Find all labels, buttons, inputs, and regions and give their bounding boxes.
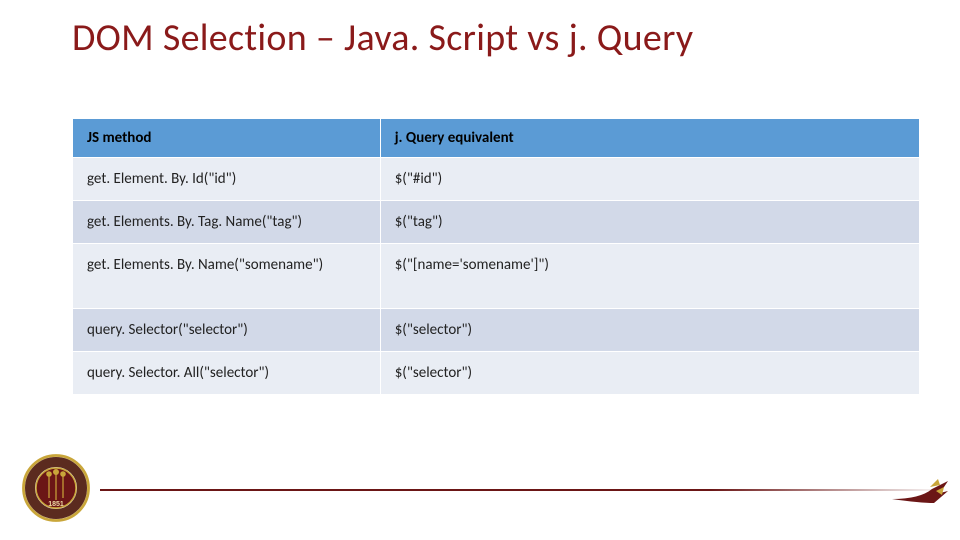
page-title: DOM Selection – Java. Script vs j. Query bbox=[72, 18, 920, 60]
spear-icon bbox=[890, 469, 948, 511]
cell-jq: $("#id") bbox=[380, 157, 919, 200]
cell-js: get. Elements. By. Tag. Name("tag") bbox=[73, 200, 381, 243]
table-header-row: JS method j. Query equivalent bbox=[73, 118, 920, 157]
footer-rule bbox=[100, 487, 948, 493]
table-row: get. Element. By. Id("id")$("#id") bbox=[73, 157, 920, 200]
slide-footer: 1851 bbox=[0, 452, 960, 522]
cell-js: get. Elements. By. Name("somename") bbox=[73, 243, 381, 308]
table-row: get. Elements. By. Name("somename")$("[n… bbox=[73, 243, 920, 308]
table-row: query. Selector("selector")$("selector") bbox=[73, 308, 920, 351]
cell-js: get. Element. By. Id("id") bbox=[73, 157, 381, 200]
table-row: get. Elements. By. Tag. Name("tag")$("ta… bbox=[73, 200, 920, 243]
cell-js: query. Selector. All("selector") bbox=[73, 351, 381, 394]
cell-jq: $("tag") bbox=[380, 200, 919, 243]
seal-year: 1851 bbox=[48, 501, 64, 508]
university-seal-icon: 1851 bbox=[22, 454, 90, 522]
col-header-js: JS method bbox=[73, 118, 381, 157]
cell-js: query. Selector("selector") bbox=[73, 308, 381, 351]
cell-jq: $("[name='somename']") bbox=[380, 243, 919, 308]
cell-jq: $("selector") bbox=[380, 351, 919, 394]
col-header-jq: j. Query equivalent bbox=[380, 118, 919, 157]
footer-line bbox=[100, 489, 948, 491]
table-row: query. Selector. All("selector")$("selec… bbox=[73, 351, 920, 394]
slide: DOM Selection – Java. Script vs j. Query… bbox=[0, 0, 960, 540]
comparison-table: JS method j. Query equivalent get. Eleme… bbox=[72, 118, 920, 395]
cell-jq: $("selector") bbox=[380, 308, 919, 351]
